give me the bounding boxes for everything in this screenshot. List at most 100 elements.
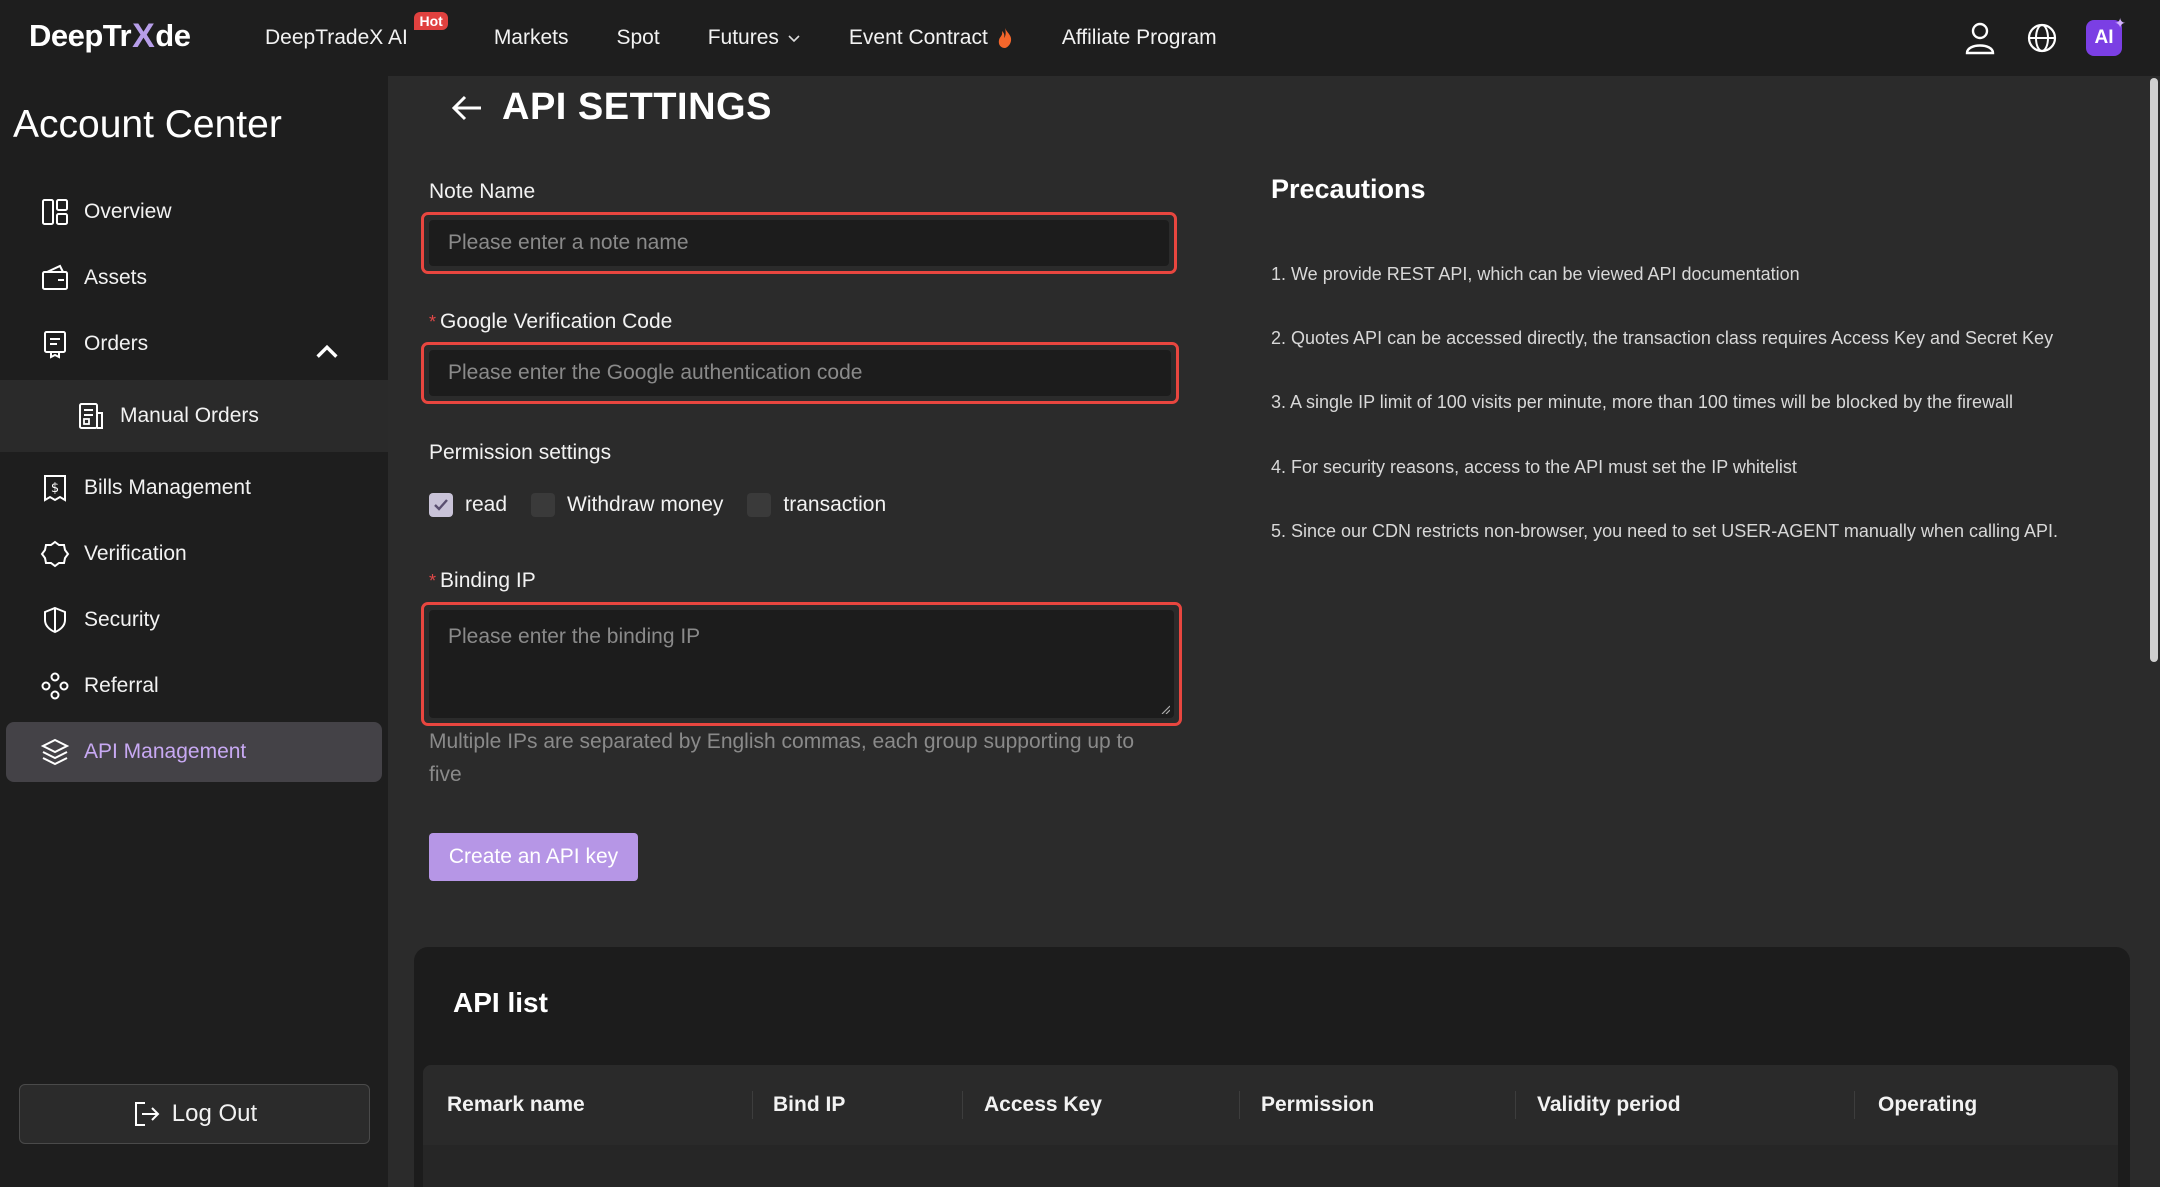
nav-event-contract[interactable]: Event Contract: [849, 26, 1014, 50]
sidebar-label-security: Security: [84, 608, 160, 631]
verification-badge-icon: [40, 540, 70, 568]
binding-ip-placeholder: Please enter the binding IP: [448, 625, 701, 648]
resize-handle-icon[interactable]: [1160, 704, 1170, 714]
nav-markets[interactable]: Markets: [494, 26, 569, 50]
referral-network-icon: [41, 672, 69, 700]
binding-ip-field-wrapper: Please enter the binding IP: [421, 602, 1182, 726]
checkbox-transaction-label: transaction: [783, 493, 887, 516]
checkbox-withdraw-money-label: Withdraw money: [567, 493, 724, 516]
nav-deeptradex-ai[interactable]: DeepTradeX AI Hot: [265, 12, 448, 50]
column-remark-name: Remark name: [447, 1093, 585, 1116]
column-divider: [1239, 1091, 1240, 1119]
chevron-down-icon: [788, 35, 800, 43]
sidebar-label-referral: Referral: [84, 674, 159, 697]
column-divider: [962, 1091, 963, 1119]
nav-event-contract-label: Event Contract: [848, 26, 988, 49]
precautions-title: Precautions: [1271, 174, 1426, 204]
precaution-item: 2. Quotes API can be accessed directly, …: [1271, 328, 2054, 348]
bill-icon: $: [44, 475, 66, 502]
nav-affiliate-program[interactable]: Affiliate Program: [1062, 26, 1217, 50]
logout-button[interactable]: Log Out: [19, 1084, 370, 1144]
note-name-input[interactable]: Please enter a note name: [429, 220, 1169, 266]
ai-chip-label: AI: [2094, 27, 2114, 48]
shield-icon: [44, 606, 66, 634]
precaution-item: 1. We provide REST API, which can be vie…: [1271, 264, 1800, 284]
permission-options: read Withdraw money transaction: [429, 488, 910, 522]
main-nav: DeepTradeX AI Hot Markets Spot Futures E…: [265, 0, 1265, 76]
logo-text-right: de: [155, 18, 191, 53]
checkbox-transaction[interactable]: [747, 493, 772, 517]
nav-spot[interactable]: Spot: [617, 26, 660, 50]
sidebar-label-orders: Orders: [84, 332, 149, 355]
hot-badge: Hot: [414, 12, 448, 30]
binding-ip-hint: Multiple IPs are separated by English co…: [429, 730, 1135, 786]
checkbox-read[interactable]: [429, 493, 453, 517]
column-divider: [1854, 1091, 1855, 1119]
checkbox-read-label: read: [465, 493, 508, 516]
sidebar: Account Center Overview Assets Orders Ma…: [0, 76, 388, 1187]
api-list-title: API list: [453, 987, 548, 1018]
nav-futures-label: Futures: [707, 26, 779, 49]
wallet-icon: [42, 264, 68, 290]
ai-assistant-button[interactable]: AI ✦: [2086, 15, 2126, 56]
brand-logo[interactable]: DeepTr Xde: [29, 14, 191, 58]
sidebar-label-overview: Overview: [84, 200, 172, 223]
permission-settings-label: Permission settings: [429, 441, 612, 464]
sparkle-icon: ✦: [2114, 15, 2126, 31]
api-table-body: [423, 1145, 2118, 1187]
column-bind-ip: Bind IP: [773, 1093, 846, 1116]
note-name-field-wrapper: Please enter a note name: [421, 212, 1177, 274]
column-validity-period: Validity period: [1537, 1093, 1681, 1116]
sidebar-label-api-management: API Management: [84, 740, 247, 763]
sidebar-item-manual-orders[interactable]: Manual Orders: [0, 380, 388, 452]
chevron-up-icon: [316, 344, 338, 358]
note-name-label: Note Name: [429, 180, 536, 203]
column-access-key: Access Key: [984, 1093, 1102, 1116]
nav-ai-label: DeepTradeX AI: [265, 26, 408, 49]
sidebar-item-verification[interactable]: Verification: [6, 524, 382, 584]
create-api-key-button[interactable]: Create an API key: [429, 833, 638, 881]
flame-icon: [998, 28, 1011, 48]
sidebar-item-assets[interactable]: Assets: [6, 248, 382, 308]
column-divider: [752, 1091, 753, 1119]
precaution-item: 5. Since our CDN restricts non-browser, …: [1271, 521, 2059, 541]
user-icon[interactable]: [1962, 20, 1998, 56]
column-divider: [1515, 1091, 1516, 1119]
precaution-item: 4. For security reasons, access to the A…: [1271, 457, 1797, 477]
logo-mark: X: [132, 16, 155, 55]
document-icon: [79, 403, 103, 429]
back-arrow-icon[interactable]: [450, 91, 484, 125]
required-marker: *: [429, 312, 437, 332]
page-header: API SETTINGS: [450, 86, 772, 129]
google-code-field-wrapper: Please enter the Google authentication c…: [421, 342, 1179, 404]
sidebar-item-orders[interactable]: Orders: [6, 314, 382, 374]
binding-ip-label: * Binding IP: [429, 569, 536, 593]
sidebar-label-bills: Bills Management: [84, 476, 251, 499]
svg-text:$: $: [51, 481, 59, 496]
scrollbar-thumb[interactable]: [2150, 78, 2158, 662]
column-operating: Operating: [1878, 1093, 1978, 1116]
checkbox-withdraw-money[interactable]: [531, 493, 556, 517]
google-code-input[interactable]: Please enter the Google authentication c…: [429, 350, 1171, 396]
sidebar-item-overview[interactable]: Overview: [6, 182, 382, 242]
google-code-label-text: Google Verification Code: [440, 310, 673, 333]
sidebar-title: Account Center: [13, 103, 282, 146]
page-title: API SETTINGS: [502, 86, 772, 128]
top-right-tools: AI ✦: [1936, 0, 2160, 76]
layers-icon: [40, 738, 70, 766]
sidebar-item-api-management[interactable]: API Management: [6, 722, 382, 782]
api-table-header: Remark name Bind IP Access Key Permissio…: [423, 1065, 2118, 1145]
binding-ip-textarea[interactable]: Please enter the binding IP: [429, 610, 1174, 718]
api-list-panel: API list Remark name Bind IP Access Key …: [414, 947, 2130, 1187]
nav-futures[interactable]: Futures: [708, 26, 801, 50]
page-scrollbar[interactable]: [2148, 76, 2160, 1187]
sidebar-item-bills-management[interactable]: $ Bills Management: [6, 458, 382, 518]
sidebar-item-security[interactable]: Security: [6, 590, 382, 650]
required-marker: *: [429, 571, 437, 591]
sidebar-label-manual-orders: Manual Orders: [120, 404, 259, 427]
dashboard-icon: [42, 199, 68, 225]
sidebar-item-referral[interactable]: Referral: [6, 656, 382, 716]
column-permission: Permission: [1261, 1093, 1375, 1116]
globe-icon[interactable]: [2024, 20, 2060, 56]
binding-ip-label-text: Binding IP: [440, 569, 536, 592]
